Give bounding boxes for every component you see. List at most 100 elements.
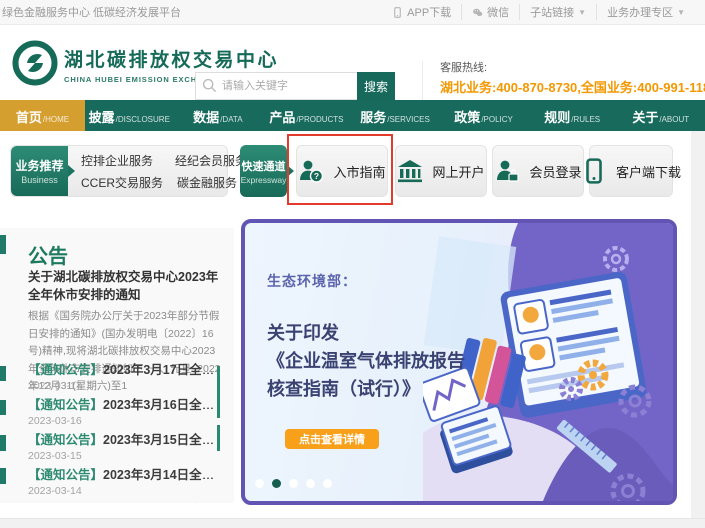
carousel-dot-5[interactable] — [323, 479, 332, 488]
nav-item-products[interactable]: 产品/PRODUCTS — [262, 100, 351, 131]
list-scrollbar-thumb[interactable] — [217, 366, 220, 418]
topbar-link[interactable]: 子站链接▼ — [519, 4, 596, 20]
smartphone-icon — [581, 158, 607, 184]
nav-label-en: /DATA — [220, 115, 242, 124]
announcement-headline[interactable]: 关于湖北碳排放权交易中心2023年全年休市安排的通知 — [28, 268, 220, 304]
nav-label-cn: 规则 — [544, 107, 570, 126]
quick-button-3[interactable]: 会员登录 — [492, 145, 584, 197]
list-item[interactable]: 【通知公告】2023年3月15日全国碳排放权交易...2023-03-15 — [28, 432, 218, 466]
nav-item-services[interactable]: 服务/SERVICES — [351, 100, 440, 131]
nav-label-cn: 首页 — [16, 107, 42, 126]
announcement-tag: 【通知公告】 — [28, 433, 103, 447]
nav-item-data[interactable]: 数据/DATA — [174, 100, 263, 131]
topbar-link[interactable]: 微信 — [461, 4, 519, 20]
page-bottom-margin — [0, 518, 705, 528]
banner-detail-button[interactable]: 点击查看详情 — [285, 429, 379, 449]
nav-label-cn: 关于 — [632, 107, 658, 126]
searchbox: 搜索 — [195, 72, 395, 100]
topbar-link-label: 子站链接 — [530, 4, 574, 20]
nav-item-disclosure[interactable]: 披露/DISCLOSURE — [85, 100, 174, 131]
topbar-link-label: APP下载 — [407, 4, 451, 20]
nav-label-en: /HOME — [43, 115, 69, 124]
announcement-date: 2023-03-14 — [28, 484, 218, 498]
carousel-dot-1[interactable] — [255, 479, 264, 488]
quick-button-label: 入市指南 — [333, 162, 385, 181]
announcement-date: 2023-03-17 — [28, 379, 218, 393]
edge-widget-fragment — [0, 435, 6, 451]
nav-label-cn: 政策 — [454, 107, 480, 126]
topbar: 绿色金融服务中心 低碳经济发展平台 APP下载微信子站链接▼业务办理专区▼ — [0, 0, 705, 25]
nav-label-en: /DISCLOSURE — [116, 115, 170, 124]
edge-widget-fragment — [0, 400, 6, 415]
nav-label-cn: 披露 — [89, 107, 115, 126]
announcement-date: 2023-03-15 — [28, 449, 218, 463]
nav-item-home[interactable]: 首页/HOME — [0, 100, 85, 131]
search-icon — [202, 78, 217, 93]
nav-label-en: /SERVICES — [387, 115, 430, 124]
nav-label-en: /RULES — [571, 115, 600, 124]
business-link[interactable]: 控排企业服务 — [81, 152, 153, 169]
nav-label-en: /ABOUT — [659, 115, 689, 124]
page-right-margin — [691, 131, 705, 518]
business-link[interactable]: CCER交易服务 — [81, 174, 155, 191]
carousel-dot-4[interactable] — [306, 479, 315, 488]
carousel-dot-2[interactable] — [272, 479, 281, 488]
hero-banner: 生态环境部： 关于印发《企业温室气体排放报告核查指南（试行）》 点击查看详情 — [241, 219, 677, 505]
header: 湖北碳排放权交易中心 CHINA HUBEI EMISSION EXCHANGE… — [0, 25, 705, 100]
announcement-tag: 【通知公告】 — [28, 363, 103, 377]
expressway-tab-en: Expressway — [241, 175, 287, 185]
banner-kicker: 生态环境部： — [267, 271, 357, 291]
business-links-row: 控排企业服务经纪会员服务 — [81, 152, 221, 169]
carousel-dots — [255, 479, 332, 488]
business-tab: 业务推荐 Business — [11, 146, 68, 196]
quick-button-1[interactable]: ? 入市指南 — [296, 145, 388, 197]
search-input[interactable] — [195, 72, 357, 100]
nav-item-rules[interactable]: 规则/RULES — [528, 100, 617, 131]
nav-item-policy[interactable]: 政策/POLICY — [439, 100, 528, 131]
carousel-dot-3[interactable] — [289, 479, 298, 488]
topbar-link[interactable]: 业务办理专区▼ — [596, 4, 695, 20]
announcement-tag: 【通知公告】 — [28, 468, 103, 482]
banner-title: 关于印发《企业温室气体排放报告核查指南（试行）》 — [267, 319, 497, 403]
quick-button-label: 客户端下载 — [616, 162, 681, 181]
business-link[interactable]: 经纪会员服务 — [175, 152, 247, 169]
quick-button-2[interactable]: 网上开户 — [395, 145, 487, 197]
list-item[interactable]: 【通知公告】2023年3月13日全国碳排放权交易 — [28, 502, 218, 503]
nav-label-en: /POLICY — [481, 115, 513, 124]
list-item[interactable]: 【通知公告】2023年3月14日全国碳排放权交易...2023-03-14 — [28, 467, 218, 501]
announcement-date: 2023-03-16 — [28, 414, 218, 428]
nav-label-cn: 数据 — [193, 107, 219, 126]
list-item[interactable]: 【通知公告】2023年3月16日全国碳排放权交易... 2023-03-16 — [28, 397, 218, 431]
list-item[interactable]: 【通知公告】2023年3月17日全国碳排放权交易...2023-03-17 — [28, 362, 218, 396]
svg-text:?: ? — [314, 171, 319, 181]
edge-widget-fragment — [0, 366, 6, 381]
announcement-list: 【通知公告】2023年3月17日全国碳排放权交易...2023-03-17【通知… — [28, 362, 218, 503]
list-scrollbar-thumb[interactable] — [217, 425, 220, 451]
business-recommend-panel: 业务推荐 Business 控排企业服务经纪会员服务 CCER交易服务碳金融服务 — [10, 145, 228, 197]
announcements-title: 公告 — [28, 240, 68, 269]
bank-icon — [397, 158, 423, 184]
announcement-item-title: 2023年3月16日全国碳排放权交易... — [103, 398, 218, 412]
announcement-tag: 【通知公告】 — [28, 398, 103, 412]
main-nav: 首页/HOME披露/DISCLOSURE数据/DATA产品/PRODUCTS服务… — [0, 100, 705, 131]
nav-item-about[interactable]: 关于/ABOUT — [616, 100, 705, 131]
page: 绿色金融服务中心 低碳经济发展平台 APP下载微信子站链接▼业务办理专区▼ 湖北… — [0, 0, 705, 528]
expressway-tab: 快速通道 Expressway — [240, 145, 287, 197]
search-button[interactable]: 搜索 — [357, 72, 395, 100]
banner-title-line: 关于印发 — [267, 319, 497, 347]
business-links-row: CCER交易服务碳金融服务 — [81, 174, 221, 191]
nav-label-cn: 服务 — [360, 107, 386, 126]
announcements-panel: 公告 关于湖北碳排放权交易中心2023年全年休市安排的通知 根据《国务院办公厅关… — [0, 228, 234, 503]
business-links: 控排企业服务经纪会员服务 CCER交易服务碳金融服务 — [81, 146, 221, 196]
expressway-tab-cn: 快速通道 — [242, 158, 286, 174]
brand-name-cn: 湖北碳排放权交易中心 — [64, 45, 279, 72]
person-lock-icon — [494, 158, 520, 184]
person-question-icon: ? — [298, 158, 324, 184]
quick-button-4[interactable]: 客户端下载 — [589, 145, 673, 197]
wechat-icon — [472, 7, 483, 18]
business-link[interactable]: 碳金融服务 — [177, 174, 237, 191]
nav-label-cn: 产品 — [269, 107, 295, 126]
edge-widget-fragment — [0, 468, 6, 484]
topbar-link[interactable]: APP下载 — [382, 4, 461, 20]
edge-widget-fragment — [0, 235, 6, 254]
